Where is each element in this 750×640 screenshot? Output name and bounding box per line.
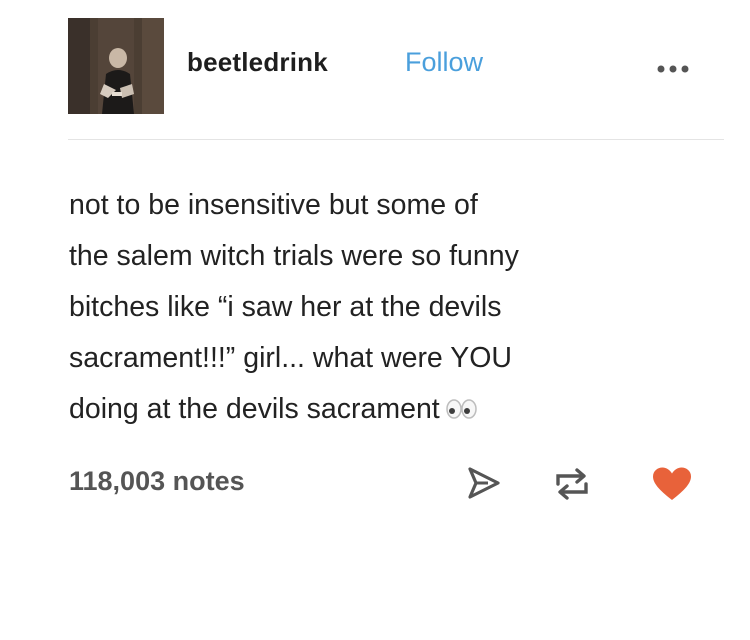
post-body-line: not to be insensitive but some of [69,189,478,221]
share-icon[interactable] [466,466,502,500]
post-body-last-line: doing at the devils sacrament [69,384,709,435]
username[interactable]: beetledrink [187,47,328,78]
post-body-line: the salem witch trials were so funny [69,240,519,272]
header-divider [68,139,724,140]
heart-icon[interactable] [651,466,693,502]
post-body-line: doing at the devils sacrament [69,393,440,425]
more-options-icon[interactable] [654,62,696,76]
follow-button[interactable]: Follow [405,47,483,78]
post-body: not to be insensitive but some of the sa… [69,180,709,435]
reblog-icon[interactable] [552,466,592,502]
avatar[interactable] [68,18,164,114]
notes-count[interactable]: 118,003 notes [69,466,245,497]
post-body-line: bitches like “i saw her at the devils [69,291,502,323]
post-header: beetledrink Follow [0,0,750,140]
avatar-image [68,18,164,114]
post-body-line: sacrament!!!” girl... what were YOU [69,342,512,374]
eyes-icon [444,385,478,419]
